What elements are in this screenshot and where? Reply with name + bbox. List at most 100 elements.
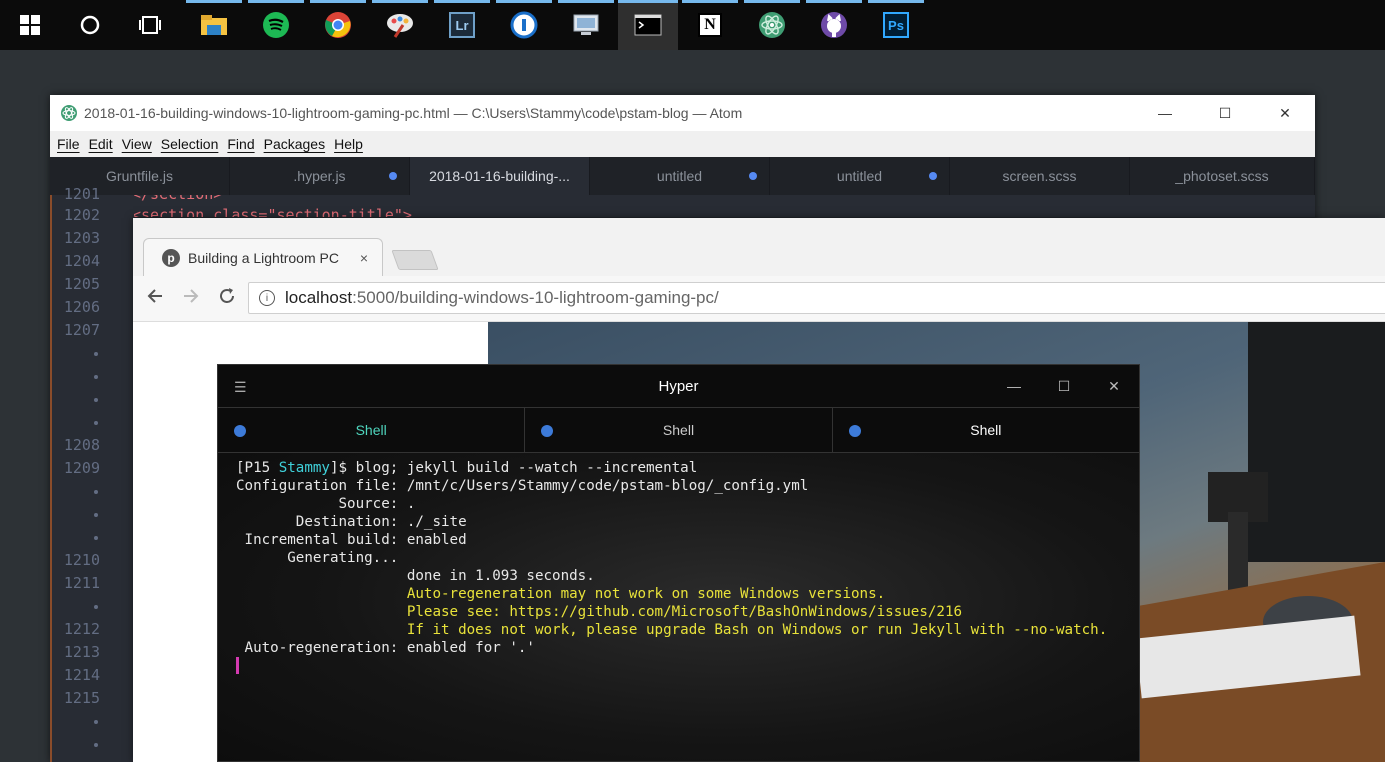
line-number: 1210 (63, 551, 100, 569)
menu-packages[interactable]: Packages (264, 136, 325, 152)
atom-icon[interactable] (742, 0, 802, 50)
reload-icon[interactable] (217, 286, 237, 312)
lightroom-icon[interactable]: Lr (432, 0, 492, 50)
warning-line: Auto-regeneration may not work on some W… (236, 586, 886, 602)
fold-dot (94, 536, 98, 540)
cortana-icon[interactable] (60, 0, 120, 50)
hamburger-menu-icon[interactable]: ☰ (234, 379, 247, 396)
paint-icon[interactable] (370, 0, 430, 50)
fold-dot (94, 720, 98, 724)
line-number: 1207 (63, 321, 100, 339)
line-number: 1209 (63, 459, 100, 477)
spotify-icon[interactable] (246, 0, 306, 50)
browser-tab-title: Building a Lightroom PC (188, 249, 339, 266)
warning-line: Please see: https://github.com/Microsoft… (236, 604, 963, 620)
tab-activity-dot (234, 425, 246, 437)
code-line: <section class="section-title"> (132, 206, 412, 217)
hyper-window-title: Hyper (658, 377, 699, 395)
menu-file[interactable]: File (57, 136, 80, 152)
output-line: Incremental build: enabled (236, 532, 467, 548)
address-bar[interactable]: i localhost:5000/building-windows-10-lig… (248, 282, 1385, 314)
remote-desktop-icon[interactable] (556, 0, 616, 50)
prompt-line: [P15 Stammy]$ blog; jekyll build --watch… (236, 459, 1139, 477)
tab-label: untitled (836, 168, 883, 184)
maximize-button[interactable]: ☐ (1039, 365, 1089, 407)
minimize-button[interactable]: — (989, 365, 1039, 407)
line-number: 1206 (63, 298, 100, 316)
terminal-icon[interactable] (618, 0, 678, 50)
line-number: 1205 (63, 275, 100, 293)
chrome-icon[interactable] (308, 0, 368, 50)
browser-toolbar: i localhost:5000/building-windows-10-lig… (133, 276, 1385, 322)
terminal-tab-1[interactable]: Shell (218, 408, 526, 452)
code-peek[interactable]: </section> <section class="section-title… (132, 195, 1315, 217)
close-button[interactable]: ✕ (1255, 95, 1315, 131)
back-arrow-icon[interactable] (145, 286, 165, 312)
close-button[interactable]: ✕ (1089, 365, 1139, 407)
photoshop-icon[interactable]: Ps (866, 0, 926, 50)
notion-icon[interactable]: N (680, 0, 740, 50)
task-view-icon[interactable] (120, 0, 180, 50)
tab-label: Shell (970, 422, 1002, 438)
modified-indicator (929, 172, 937, 180)
tab-label: screen.scss (1002, 168, 1077, 184)
line-number: 1214 (63, 666, 100, 684)
tab-activity-dot (848, 425, 861, 437)
browser-tab-strip: p Building a Lightroom PC × (133, 218, 1385, 276)
menu-find[interactable]: Find (227, 136, 254, 152)
hyper-title-bar[interactable]: ☰ Hyper — ☐ ✕ (218, 365, 1139, 407)
tab-label: Gruntfile.js (106, 168, 173, 184)
menu-help[interactable]: Help (334, 136, 363, 152)
browser-tab[interactable]: p Building a Lightroom PC × (143, 238, 383, 276)
url-path: :5000/building-windows-10-lightroom-gami… (352, 288, 719, 307)
modified-indicator (389, 172, 397, 180)
tab-screen-scss[interactable]: screen.scss (950, 157, 1130, 195)
command-text: blog; jekyll build --watch --incremental (355, 460, 698, 476)
output-line: Source: . (236, 496, 416, 512)
info-icon[interactable]: i (259, 290, 275, 306)
tab-label: untitled (656, 168, 703, 184)
minimize-button[interactable]: — (1135, 95, 1195, 131)
output-line: Generating... (236, 550, 399, 566)
tab-blog-post[interactable]: 2018-01-16-building-... (410, 157, 590, 195)
file-explorer-icon[interactable] (184, 0, 244, 50)
tab-photoset-scss[interactable]: _photoset.scss (1130, 157, 1315, 195)
line-number: 1211 (63, 574, 100, 592)
tab-label: 2018-01-16-building-... (429, 168, 570, 184)
prompt-close: ]$ (329, 460, 356, 476)
output-line: Configuration file: /mnt/c/Users/Stammy/… (236, 478, 809, 494)
modified-indicator (749, 172, 757, 180)
line-number-gutter: 1201 1202 1203 1204 1205 1206 1207 1208 … (50, 185, 134, 762)
1password-icon[interactable] (494, 0, 554, 50)
fold-dot (94, 352, 98, 356)
terminal-output[interactable]: [P15 Stammy]$ blog; jekyll build --watch… (218, 453, 1139, 761)
fold-dot (94, 421, 98, 425)
atom-title-bar[interactable]: 2018-01-16-building-windows-10-lightroom… (50, 95, 1315, 131)
tab-untitled-1[interactable]: untitled (590, 157, 770, 195)
maximize-button[interactable]: ☐ (1195, 95, 1255, 131)
code-line: </section> (132, 195, 222, 203)
tab-activity-dot (541, 425, 554, 437)
line-number: 1204 (63, 252, 100, 270)
windows-start-icon[interactable] (0, 0, 60, 50)
tab-close-icon[interactable]: × (360, 250, 368, 266)
prompt-user: Stammy (278, 460, 330, 476)
window-title: 2018-01-16-building-windows-10-lightroom… (84, 105, 743, 121)
github-icon[interactable] (804, 0, 864, 50)
new-tab-button[interactable] (391, 250, 439, 270)
terminal-tab-3[interactable]: Shell (833, 408, 1139, 452)
terminal-cursor (236, 657, 239, 674)
output-line: Auto-regeneration: enabled for '.' (236, 640, 535, 656)
menu-selection[interactable]: Selection (161, 136, 219, 152)
menu-edit[interactable]: Edit (89, 136, 113, 152)
terminal-tabs: Shell Shell Shell (218, 407, 1139, 453)
tab-hyper-js[interactable]: .hyper.js (230, 157, 410, 195)
menu-view[interactable]: View (122, 136, 152, 152)
forward-arrow-icon[interactable] (181, 286, 201, 312)
line-number: 1213 (63, 643, 100, 661)
tab-untitled-2[interactable]: untitled (770, 157, 950, 195)
terminal-tab-2[interactable]: Shell (525, 408, 833, 452)
prompt-open: [P15 (236, 460, 279, 476)
taskbar: Lr N Ps (0, 0, 1385, 50)
fold-dot (94, 513, 98, 517)
